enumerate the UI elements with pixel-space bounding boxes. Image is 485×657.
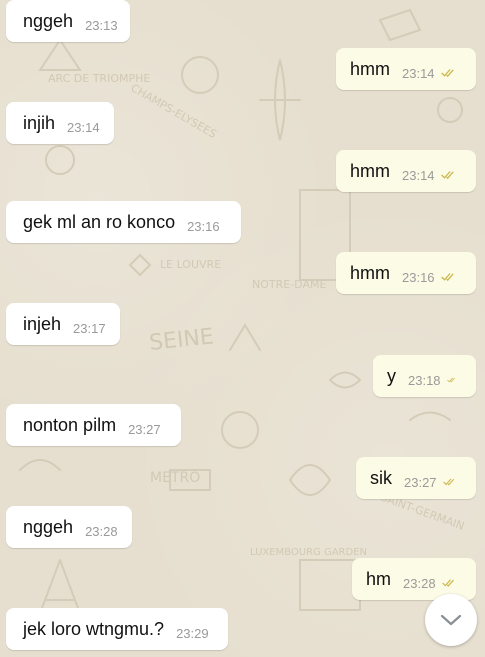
- message-text: gek ml an ro konco: [23, 211, 176, 232]
- message-time: 23:28: [403, 575, 436, 591]
- message-text: nggeh: [23, 516, 74, 537]
- message-text: hmm: [350, 262, 390, 283]
- message-bubble-incoming[interactable]: nggeh 23:28: [6, 506, 132, 548]
- message-bubble-outgoing[interactable]: hmm 23:16: [336, 252, 476, 294]
- message-time: 23:14: [67, 119, 100, 135]
- message-bubble-incoming[interactable]: nonton pilm 23:27: [6, 404, 181, 446]
- message-bubble-outgoing[interactable]: hmm 23:14: [336, 48, 476, 90]
- message-time: 23:27: [404, 474, 437, 490]
- message-bubble-outgoing[interactable]: hm 23:28: [352, 558, 476, 600]
- message-bubble-incoming[interactable]: nggeh 23:13: [6, 0, 130, 42]
- double-check-icon: [440, 68, 454, 77]
- message-text: jek loro wtngmu.?: [23, 618, 165, 639]
- message-time: 23:16: [187, 218, 220, 234]
- message-bubble-outgoing[interactable]: sik 23:27: [356, 457, 476, 499]
- message-text: sik: [370, 467, 392, 488]
- double-check-icon: [441, 578, 454, 587]
- message-text: y: [387, 365, 396, 386]
- chevron-down-icon: [440, 614, 462, 626]
- message-time: 23:14: [402, 167, 435, 183]
- message-time: 23:17: [73, 320, 106, 336]
- message-text: nonton pilm: [23, 414, 117, 435]
- message-time: 23:29: [176, 625, 209, 641]
- message-bubble-incoming[interactable]: gek ml an ro konco 23:16: [6, 201, 241, 243]
- message-bubble-outgoing[interactable]: y 23:18: [373, 355, 476, 397]
- message-text: hmm: [350, 58, 390, 79]
- message-text: hmm: [350, 160, 390, 181]
- message-text: nggeh: [23, 10, 74, 31]
- message-time: 23:27: [128, 421, 161, 437]
- message-text: injeh: [23, 313, 62, 334]
- scroll-to-bottom-button[interactable]: [425, 594, 477, 646]
- message-bubble-outgoing[interactable]: hmm 23:14: [336, 150, 476, 192]
- message-time: 23:28: [85, 523, 118, 539]
- message-time: 23:13: [85, 17, 118, 33]
- message-bubble-incoming[interactable]: injih 23:14: [6, 102, 114, 144]
- double-check-icon: [446, 377, 455, 382]
- message-time: 23:16: [402, 269, 435, 285]
- message-list[interactable]: nggeh 23:13 hmm 23:14 injih 23:14 hmm 23…: [0, 0, 485, 657]
- double-check-icon: [442, 478, 454, 486]
- message-time: 23:14: [402, 65, 435, 81]
- double-check-icon: [440, 170, 454, 179]
- double-check-icon: [440, 272, 454, 281]
- message-bubble-incoming[interactable]: jek loro wtngmu.? 23:29: [6, 608, 228, 650]
- message-text: injih: [23, 112, 56, 133]
- message-time: 23:18: [408, 372, 441, 388]
- message-bubble-incoming[interactable]: injeh 23:17: [6, 303, 120, 345]
- message-text: hm: [366, 568, 392, 589]
